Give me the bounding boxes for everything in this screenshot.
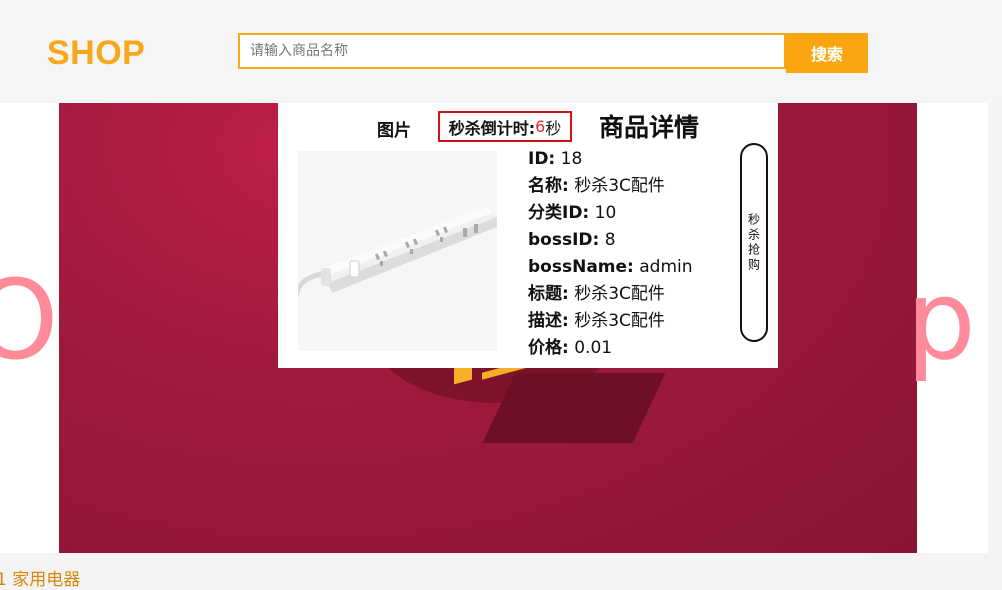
seckill-buy-label: 秒杀抢购	[746, 212, 761, 273]
info-value: 秒杀3C配件	[574, 176, 665, 196]
info-row-price: 价格: 0.01	[528, 335, 693, 362]
info-key: ID:	[528, 149, 556, 169]
info-key: bossName:	[528, 257, 634, 277]
seckill-countdown: 秒杀倒计时: 6 秒	[438, 111, 572, 142]
search-button[interactable]: 搜索	[786, 33, 868, 73]
product-detail-card: 图片 秒杀倒计时: 6 秒 商品详情 ID: 18 名称: 秒杀3C配件 分类I…	[278, 103, 778, 368]
power-strip-image	[293, 206, 497, 299]
countdown-label: 秒杀倒计时:	[448, 118, 536, 138]
banner-dark-shape	[482, 373, 666, 443]
info-key: 价格:	[528, 338, 569, 358]
info-value: 18	[560, 149, 583, 169]
info-value: 0.01	[574, 338, 613, 358]
info-row-id: ID: 18	[528, 146, 693, 173]
info-key: 描述:	[528, 311, 569, 331]
info-value: 秒杀3C配件	[574, 311, 665, 331]
seckill-buy-button[interactable]: 秒杀抢购	[740, 143, 768, 342]
info-key: bossID:	[528, 230, 600, 250]
info-value: 8	[604, 230, 616, 250]
category-link[interactable]: 1 家用电器	[0, 565, 80, 590]
info-row-description: 描述: 秒杀3C配件	[528, 308, 693, 335]
search-box	[238, 33, 786, 69]
info-row-boss-id: bossID: 8	[528, 227, 693, 254]
countdown-unit: 秒	[545, 118, 562, 138]
product-detail-title: 商品详情	[599, 113, 700, 142]
info-key: 分类ID:	[528, 203, 590, 223]
info-row-title: 标题: 秒杀3C配件	[528, 281, 693, 308]
header: SHOP 搜索	[0, 0, 1002, 103]
info-row-category-id: 分类ID: 10	[528, 200, 693, 227]
search-input[interactable]	[240, 35, 784, 67]
product-info-list: ID: 18 名称: 秒杀3C配件 分类ID: 10 bossID: 8 bos…	[528, 146, 693, 362]
info-row-name: 名称: 秒杀3C配件	[528, 173, 693, 200]
info-row-boss-name: bossName: admin	[528, 254, 693, 281]
countdown-value: 6	[535, 117, 546, 136]
banner-letter-right: p	[906, 256, 976, 384]
info-key: 名称:	[528, 176, 569, 196]
picture-column-header: 图片	[377, 121, 411, 141]
info-key: 标题:	[528, 284, 569, 304]
banner-letter-left: O	[0, 256, 59, 384]
logo[interactable]: SHOP	[47, 34, 145, 73]
info-value: admin	[639, 257, 693, 277]
info-value: 秒杀3C配件	[574, 284, 665, 304]
product-image	[293, 151, 497, 351]
info-value: 10	[594, 203, 617, 223]
